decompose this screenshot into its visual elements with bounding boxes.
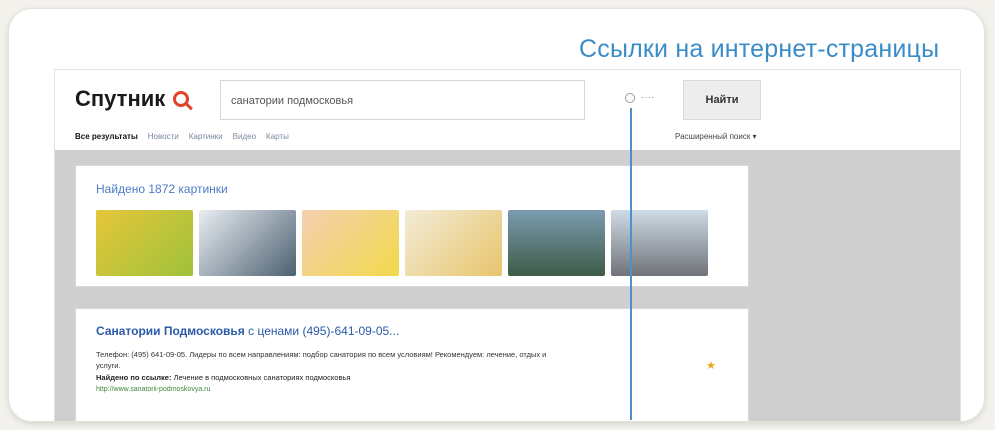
links-text[interactable]: Лечение в подмосковных санаториях подмос… — [174, 373, 351, 382]
search-input[interactable]: санатории подмосковья — [220, 80, 585, 120]
search-tabs: Все результаты Новости Картинки Видео Ка… — [75, 132, 289, 141]
result-url[interactable]: http://www.sanatorii-podmoskovya.ru — [96, 386, 210, 393]
history-toggle[interactable]: ···· — [625, 92, 654, 103]
image-thumbnail[interactable] — [199, 210, 296, 276]
image-thumbnail[interactable] — [611, 210, 708, 276]
advanced-search-link[interactable]: Расширенный поиск ▾ — [675, 132, 757, 141]
tab-images[interactable]: Картинки — [189, 132, 223, 141]
find-button[interactable]: Найти — [683, 80, 761, 120]
history-label: ···· — [641, 92, 655, 103]
result-links: Найдено по ссылке: Лечение в подмосковны… — [96, 373, 350, 382]
image-thumbnail[interactable] — [96, 210, 193, 276]
tab-news[interactable]: Новости — [148, 132, 179, 141]
search-result: Санатории Подмосковья с ценами (495)-641… — [75, 308, 749, 421]
tab-maps[interactable]: Карты — [266, 132, 289, 141]
slide-frame: Ссылки на интернет-страницы Спутник сана… — [8, 8, 985, 422]
search-logo-icon — [173, 91, 190, 107]
star-icon: ★ — [706, 360, 716, 372]
links-label: Найдено по ссылке: — [96, 373, 172, 382]
tab-all[interactable]: Все результаты — [75, 132, 138, 141]
clock-icon — [625, 92, 635, 103]
image-thumbnails — [96, 210, 708, 276]
image-thumbnail[interactable] — [302, 210, 399, 276]
logo-text: Спутник — [75, 86, 166, 111]
image-thumbnail[interactable] — [405, 210, 502, 276]
image-thumbnail[interactable] — [508, 210, 605, 276]
callout-label: Ссылки на интернет-страницы — [579, 35, 940, 63]
result-snippet: Телефон: (495) 641-09-05. Лидеры по всем… — [96, 350, 547, 370]
results-area: Найдено 1872 картинки Санатории Подмоско… — [55, 150, 960, 421]
search-screenshot: Спутник санатории подмосковья ···· Найти… — [54, 69, 961, 421]
result-title[interactable]: Санатории Подмосковья с ценами (495)-641… — [96, 324, 399, 338]
result-title-rest: с ценами (495)-641-09-05... — [244, 324, 400, 338]
images-heading[interactable]: Найдено 1872 картинки — [96, 182, 228, 196]
images-card: Найдено 1872 картинки — [75, 165, 749, 287]
result-title-bold: Санатории Подмосковья — [96, 324, 245, 338]
callout-pointer-vertical — [630, 108, 632, 420]
tab-video[interactable]: Видео — [233, 132, 256, 141]
logo[interactable]: Спутник — [75, 86, 190, 112]
